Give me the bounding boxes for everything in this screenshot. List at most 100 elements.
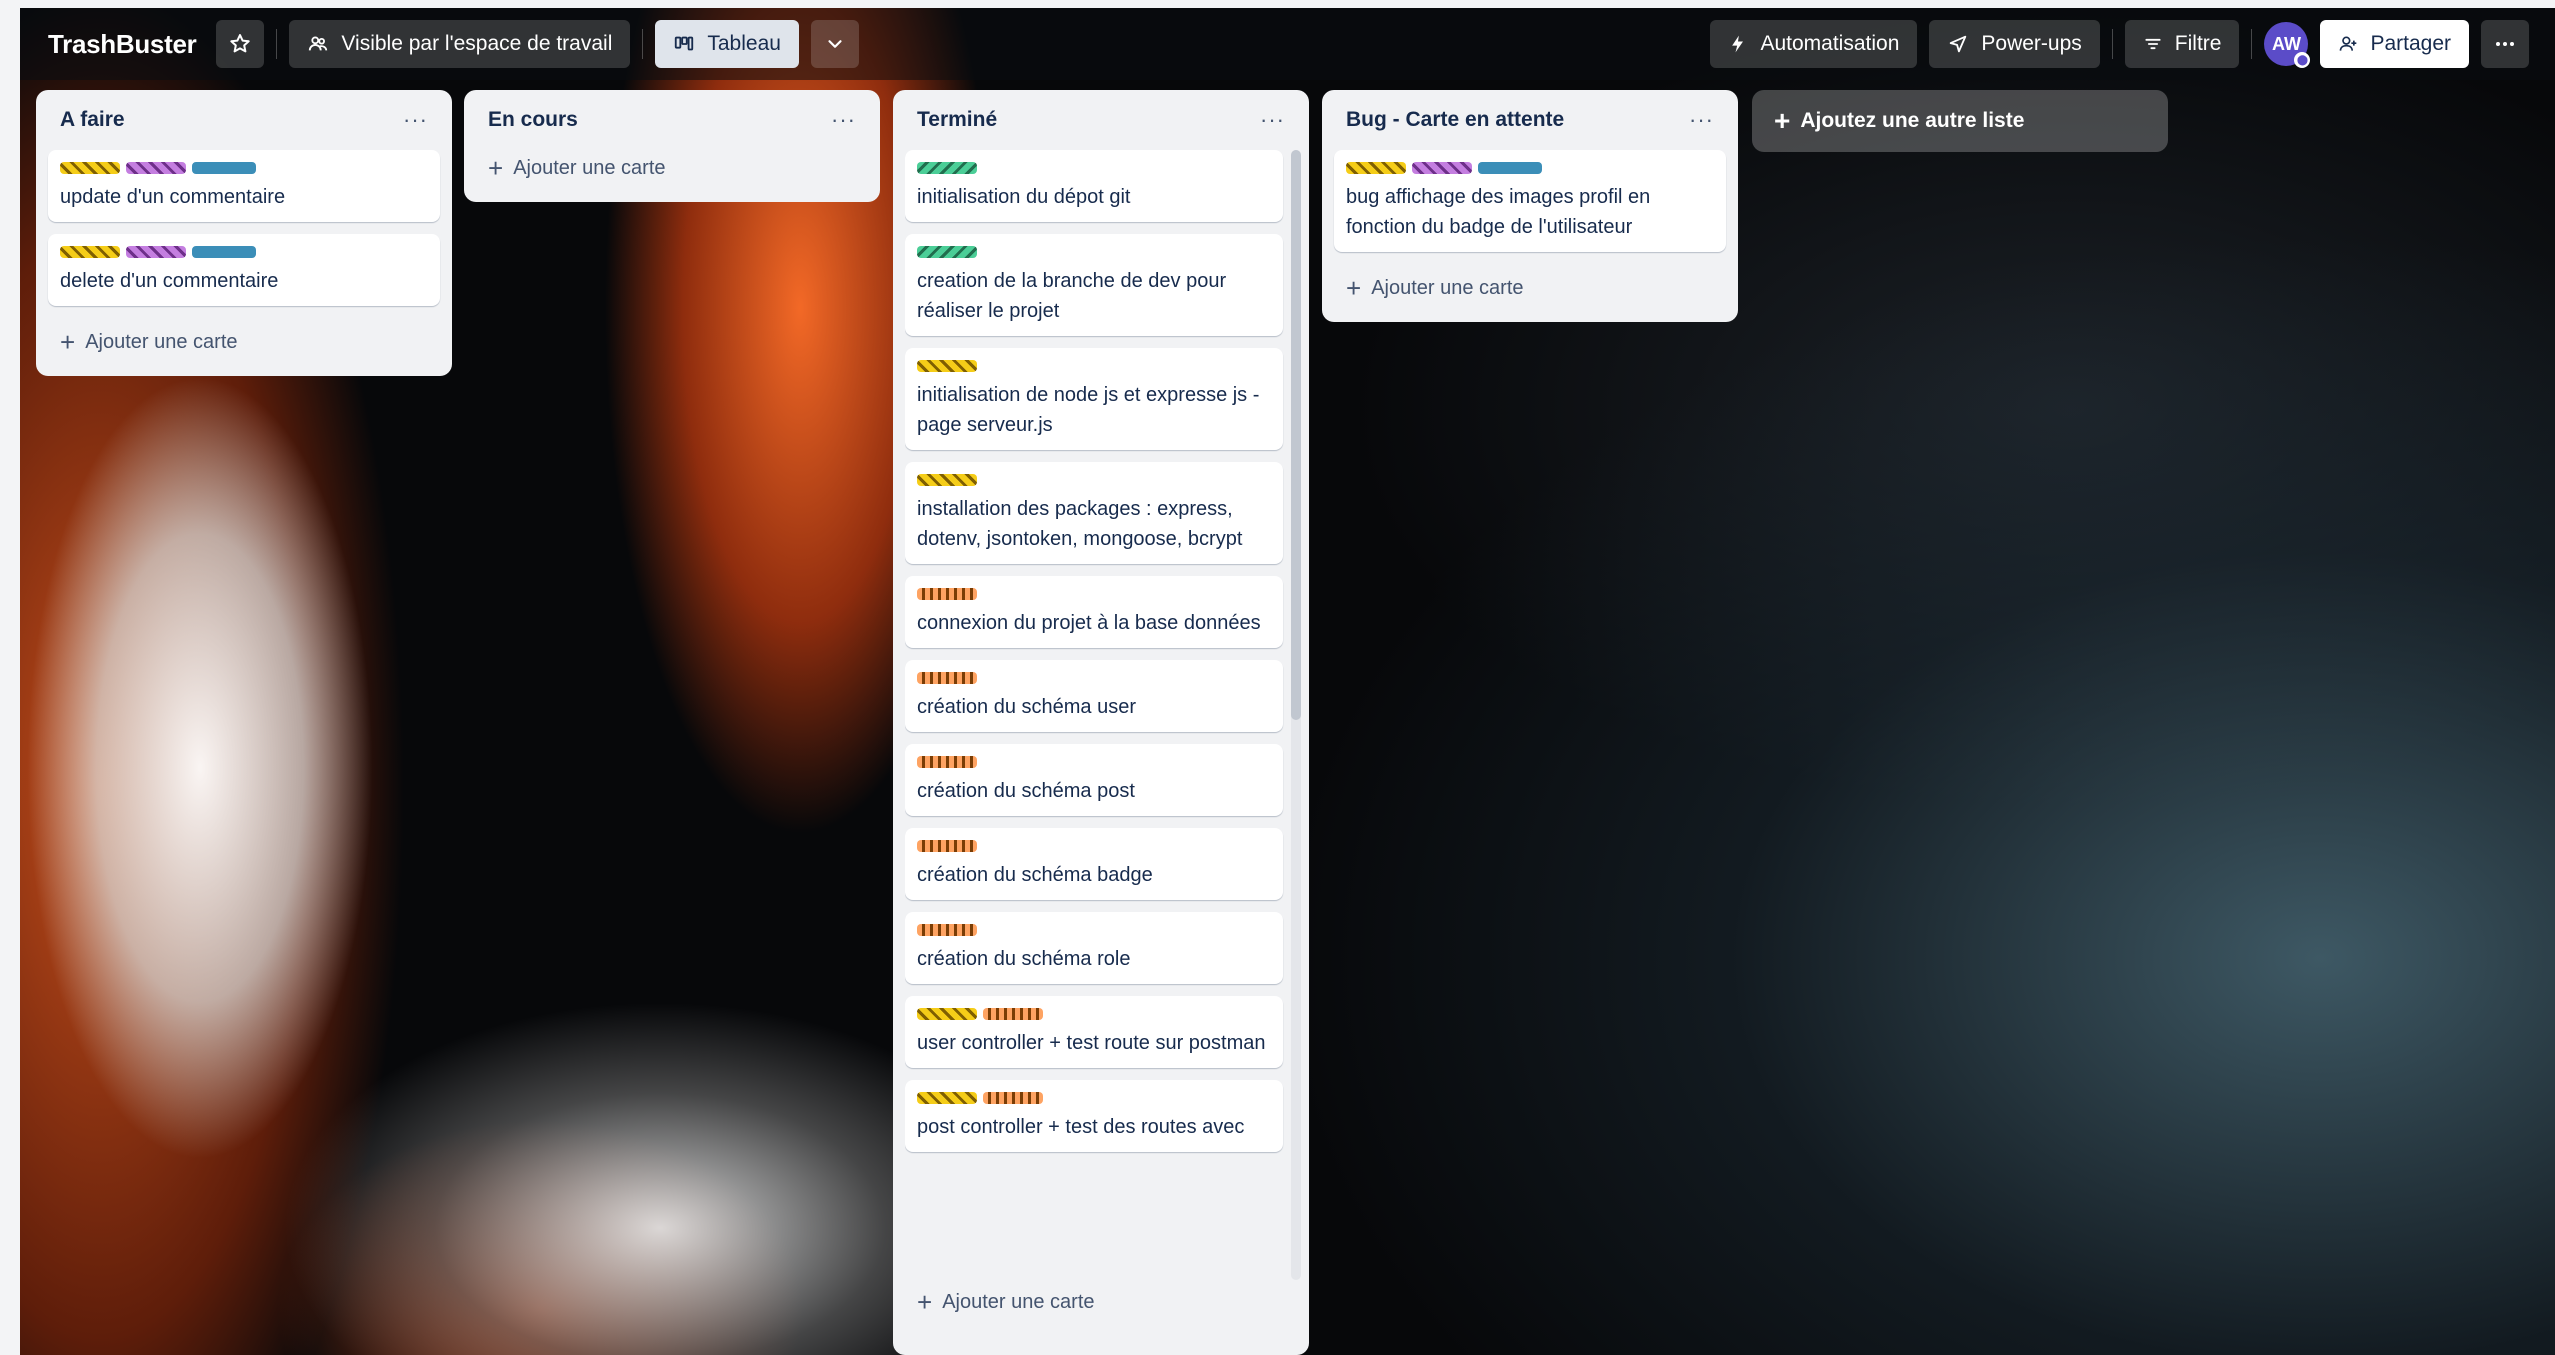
label-green[interactable]: [917, 162, 977, 174]
label-orange[interactable]: [917, 588, 977, 600]
board-menu-button[interactable]: [2481, 20, 2529, 68]
view-board-button[interactable]: Tableau: [655, 20, 799, 68]
card[interactable]: creation de la branche de dev pour réali…: [905, 234, 1283, 336]
card[interactable]: user controller + test route sur postman: [905, 996, 1283, 1068]
card-labels[interactable]: [917, 474, 1271, 486]
card-labels[interactable]: [917, 924, 1271, 936]
label-blue[interactable]: [192, 246, 256, 258]
label-green[interactable]: [917, 246, 977, 258]
card-title: création du schéma role: [917, 948, 1131, 970]
card[interactable]: initialisation du dépot git: [905, 150, 1283, 222]
plus-icon: +: [488, 153, 504, 183]
card[interactable]: création du schéma role: [905, 912, 1283, 984]
label-yellow[interactable]: [917, 1008, 977, 1020]
add-card-label: Ajouter une carte: [942, 1290, 1095, 1313]
visibility-label: Visible par l'espace de travail: [341, 32, 613, 55]
card[interactable]: création du schéma badge: [905, 828, 1283, 900]
automation-button[interactable]: Automatisation: [1710, 20, 1918, 68]
avatar[interactable]: AW ⬤: [2264, 22, 2311, 68]
list-menu-icon[interactable]: ···: [403, 107, 428, 133]
card-title: installation des packages : express, dot…: [917, 498, 1243, 550]
label-yellow[interactable]: [1346, 162, 1406, 174]
add-list-label: Ajoutez une autre liste: [1800, 109, 2025, 132]
card[interactable]: delete d'un commentaire: [48, 234, 440, 306]
label-orange[interactable]: [983, 1092, 1043, 1104]
list-title[interactable]: En cours: [488, 108, 578, 132]
visibility-button[interactable]: Visible par l'espace de travail: [289, 20, 631, 68]
label-yellow[interactable]: [917, 1092, 977, 1104]
card-labels[interactable]: [917, 162, 1271, 174]
list-menu-icon[interactable]: ···: [831, 107, 856, 133]
card-title: creation de la branche de dev pour réali…: [917, 270, 1227, 322]
card[interactable]: installation des packages : express, dot…: [905, 462, 1283, 564]
plus-icon: +: [1774, 105, 1791, 136]
card[interactable]: création du schéma post: [905, 744, 1283, 816]
card-labels[interactable]: [60, 246, 428, 258]
list-menu-icon[interactable]: ···: [1260, 107, 1285, 133]
header-separator: [276, 29, 278, 59]
label-yellow[interactable]: [60, 246, 120, 258]
card-labels[interactable]: [917, 672, 1271, 684]
card[interactable]: bug affichage des images profil en fonct…: [1334, 150, 1726, 252]
list-title[interactable]: A faire: [60, 108, 125, 132]
filter-button[interactable]: Filtre: [2124, 20, 2240, 68]
add-card-button[interactable]: + Ajouter une carte: [1334, 264, 1726, 312]
board-view-icon: [675, 36, 694, 51]
card-labels[interactable]: [917, 246, 1271, 258]
card[interactable]: connexion du projet à la base données: [905, 576, 1283, 648]
list-termine[interactable]: Terminé ··· initialisation du dépot git …: [893, 90, 1309, 1355]
view-label: Tableau: [707, 32, 781, 55]
card-labels[interactable]: [917, 1092, 1271, 1104]
share-button[interactable]: Partager: [2320, 20, 2469, 68]
lightning-icon: [1732, 35, 1744, 53]
rocket-icon: [1950, 35, 1967, 53]
label-blue[interactable]: [1478, 162, 1542, 174]
list-a-faire[interactable]: A faire ··· update d'un commentaire dele…: [36, 90, 452, 376]
more-icon: [2496, 42, 2514, 46]
label-orange[interactable]: [917, 840, 977, 852]
board-title[interactable]: TrashBuster: [48, 29, 197, 60]
label-purple[interactable]: [1412, 162, 1472, 174]
card-labels[interactable]: [60, 162, 428, 174]
label-blue[interactable]: [192, 162, 256, 174]
list-header: Terminé ···: [905, 90, 1297, 150]
card[interactable]: post controller + test des routes avec: [905, 1080, 1283, 1152]
card-labels[interactable]: [917, 588, 1271, 600]
header-separator: [642, 29, 644, 59]
card-labels[interactable]: [917, 1008, 1271, 1020]
add-card-button[interactable]: + Ajouter une carte: [476, 144, 868, 192]
add-card-button[interactable]: + Ajouter une carte: [905, 1278, 1297, 1326]
star-button[interactable]: [216, 20, 265, 68]
label-orange[interactable]: [917, 672, 977, 684]
card-labels[interactable]: [1346, 162, 1714, 174]
add-card-label: Ajouter une carte: [85, 330, 238, 353]
list-title[interactable]: Bug - Carte en attente: [1346, 108, 1564, 132]
scrollbar-thumb[interactable]: [1291, 150, 1301, 720]
label-yellow[interactable]: [60, 162, 120, 174]
label-orange[interactable]: [917, 924, 977, 936]
star-icon: [230, 34, 251, 53]
add-list-button[interactable]: + Ajoutez une autre liste: [1752, 90, 2168, 152]
list-header: Bug - Carte en attente ···: [1334, 90, 1726, 150]
list-en-cours[interactable]: En cours ··· + Ajouter une carte: [464, 90, 880, 202]
card-labels[interactable]: [917, 360, 1271, 372]
label-purple[interactable]: [126, 246, 186, 258]
label-yellow[interactable]: [917, 360, 977, 372]
add-card-button[interactable]: + Ajouter une carte: [48, 318, 440, 366]
list-bug-carte-en-attente[interactable]: Bug - Carte en attente ··· bug affichage…: [1322, 90, 1738, 322]
card-labels[interactable]: [917, 756, 1271, 768]
powerups-button[interactable]: Power-ups: [1929, 20, 2100, 68]
label-purple[interactable]: [126, 162, 186, 174]
board-header: TrashBuster Visible par l'espace de trav…: [20, 8, 2555, 80]
card-labels[interactable]: [917, 840, 1271, 852]
list-title[interactable]: Terminé: [917, 108, 997, 132]
card[interactable]: création du schéma user: [905, 660, 1283, 732]
list-menu-icon[interactable]: ···: [1689, 107, 1714, 133]
label-orange[interactable]: [917, 756, 977, 768]
label-orange[interactable]: [983, 1008, 1043, 1020]
card[interactable]: initialisation de node js et expresse js…: [905, 348, 1283, 450]
share-label: Partager: [2370, 32, 2451, 55]
label-yellow[interactable]: [917, 474, 977, 486]
card[interactable]: update d'un commentaire: [48, 150, 440, 222]
view-switcher-button[interactable]: [810, 20, 859, 68]
